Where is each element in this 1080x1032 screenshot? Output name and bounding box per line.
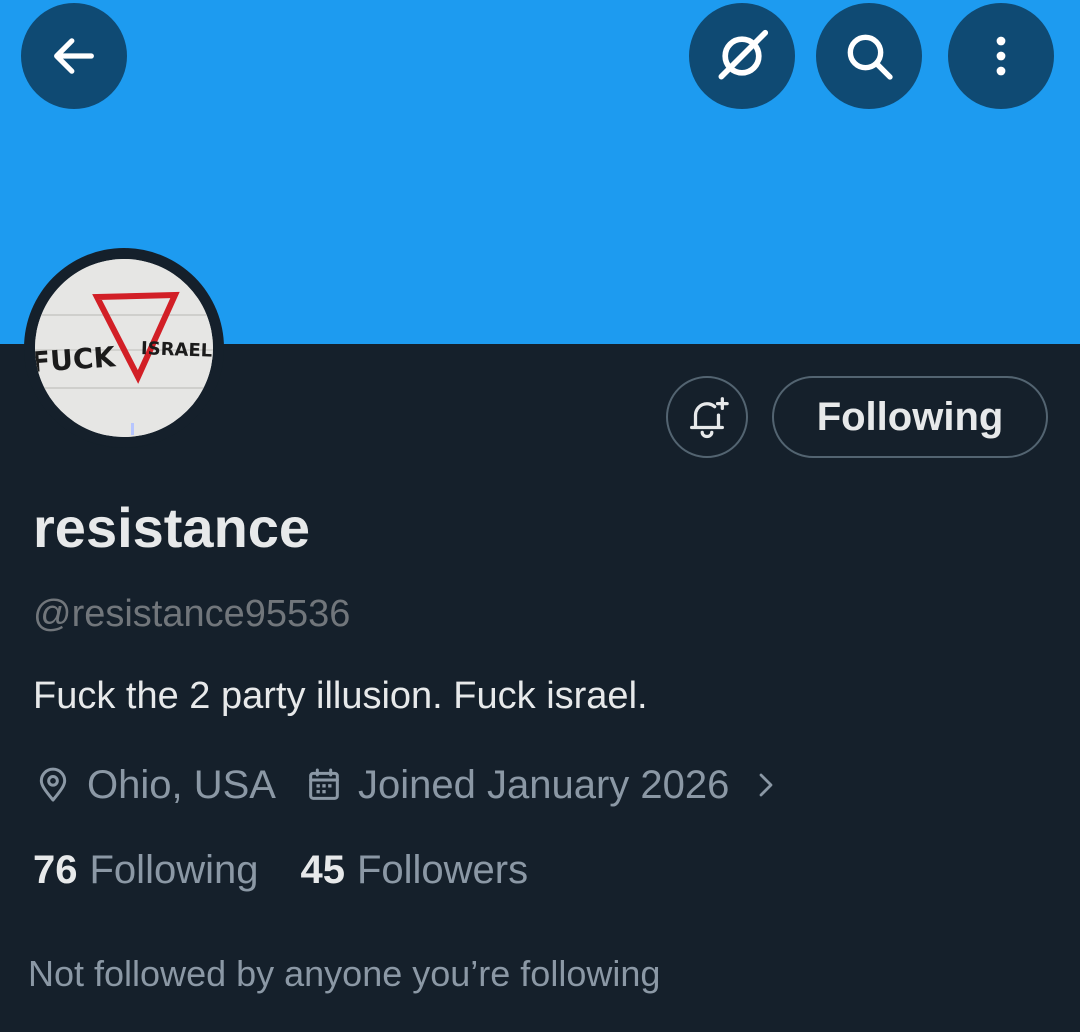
- profile-page: FUCK ISRAEL Following resistance @resist…: [0, 0, 1080, 1032]
- svg-text:ISRAEL: ISRAEL: [141, 338, 213, 361]
- back-button[interactable]: [21, 3, 127, 109]
- more-vertical-icon: [996, 36, 1006, 76]
- profile-bio: Fuck the 2 party illusion. Fuck israel.: [33, 675, 648, 717]
- followers-count-link[interactable]: 45 Followers: [300, 846, 528, 894]
- profile-location: Ohio, USA: [87, 762, 276, 807]
- calendar-icon: [304, 765, 344, 805]
- display-name: resistance: [33, 496, 311, 559]
- not-followed-note: Not followed by anyone you’re following: [28, 953, 661, 994]
- following-count-link[interactable]: 76 Following: [33, 846, 258, 894]
- bell-plus-icon: [690, 397, 729, 439]
- followers-count: 45: [300, 848, 345, 892]
- location-pin-icon: [33, 765, 73, 805]
- notifications-toggle-button[interactable]: [666, 376, 748, 458]
- chevron-right-icon[interactable]: [751, 770, 781, 800]
- username-handle: @resistance95536: [33, 593, 351, 635]
- arrow-left-icon: [54, 38, 94, 74]
- joined-date[interactable]: Joined January 2026: [358, 763, 729, 808]
- grok-icon: [718, 29, 769, 80]
- search-button[interactable]: [816, 3, 922, 109]
- following-label: Following: [89, 848, 259, 892]
- profile-meta: Ohio, USA Joined January 2026: [33, 760, 781, 810]
- avatar-image: FUCK ISRAEL: [35, 259, 213, 437]
- followers-label: Followers: [356, 848, 529, 892]
- search-icon: [847, 34, 893, 80]
- more-options-button[interactable]: [948, 3, 1054, 109]
- follow-stats: 76 Following 45 Followers: [33, 846, 528, 894]
- following-button[interactable]: Following: [772, 376, 1048, 458]
- grok-button[interactable]: [689, 3, 795, 109]
- following-count: 76: [33, 848, 78, 892]
- avatar[interactable]: FUCK ISRAEL: [24, 248, 224, 448]
- svg-text:FUCK: FUCK: [35, 340, 117, 379]
